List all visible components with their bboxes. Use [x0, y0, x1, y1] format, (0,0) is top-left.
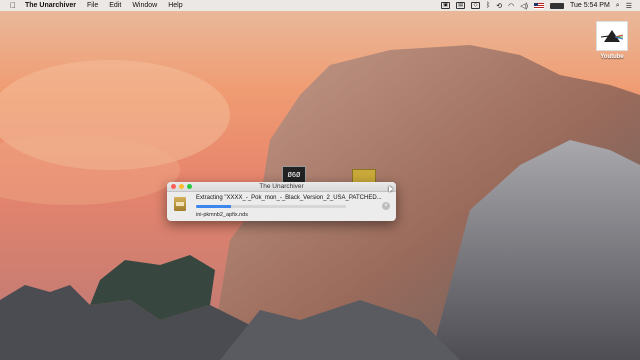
- volume-icon[interactable]: ◁): [520, 2, 528, 10]
- progress-bar: [196, 205, 346, 208]
- zoom-window-button[interactable]: [187, 184, 192, 189]
- current-file-name: ini-pkmnb2_apfix.nds: [196, 212, 248, 218]
- clock[interactable]: Tue 5:54 PM: [570, 2, 610, 9]
- battery-icon[interactable]: [549, 2, 564, 9]
- extracting-status: Extracting "XXXX_-_Pok_mon_-_Black_Versi…: [196, 195, 382, 201]
- wifi-icon[interactable]: ◠: [508, 2, 514, 10]
- desktop-wallpaper: [0, 0, 640, 360]
- archive-icon: [174, 197, 186, 211]
- apple-menu-icon[interactable]: : [10, 1, 16, 10]
- minimize-window-button[interactable]: [179, 184, 184, 189]
- progress-bar-fill: [196, 205, 231, 208]
- menu-edit[interactable]: Edit: [109, 2, 121, 9]
- stop-extraction-button[interactable]: ×: [382, 202, 390, 210]
- menu-window[interactable]: Window: [132, 2, 157, 9]
- input-source-flag-icon[interactable]: [533, 2, 544, 9]
- menu-file[interactable]: File: [87, 2, 98, 9]
- mouse-cursor-icon: [389, 186, 393, 192]
- close-window-button[interactable]: [171, 184, 176, 189]
- desktop-icon-label: Youtube: [600, 54, 624, 60]
- dropbox-icon[interactable]: ◇: [471, 2, 481, 9]
- window-title: The Unarchiver: [259, 183, 304, 190]
- window-titlebar[interactable]: The Unarchiver: [167, 182, 396, 192]
- youtube-file-thumbnail: [596, 21, 628, 51]
- screen-record-icon[interactable]: ▣: [441, 2, 451, 9]
- app-menu[interactable]: The Unarchiver: [25, 2, 76, 9]
- spotlight-search-icon[interactable]: ⌕: [616, 2, 620, 10]
- prism-icon: [601, 30, 623, 42]
- bluetooth-icon[interactable]: ᛒ: [486, 2, 490, 9]
- sync-icon[interactable]: ⟲: [496, 2, 502, 10]
- notification-center-icon[interactable]: ☰: [626, 2, 632, 10]
- menu-bar:  The Unarchiver File Edit Window Help ▣…: [0, 0, 640, 11]
- status-area: ▣ ▤ ◇ ᛒ ⟲ ◠ ◁) Tue 5:54 PM ⌕ ☰: [441, 0, 632, 11]
- menu-help[interactable]: Help: [168, 2, 182, 9]
- window-controls: [171, 184, 192, 189]
- unarchiver-dialog: The Unarchiver Extracting "XXXX_-_Pok_mo…: [167, 182, 396, 221]
- desktop-icon-youtube[interactable]: Youtube: [595, 21, 629, 60]
- app-status-icon[interactable]: ▤: [456, 2, 466, 9]
